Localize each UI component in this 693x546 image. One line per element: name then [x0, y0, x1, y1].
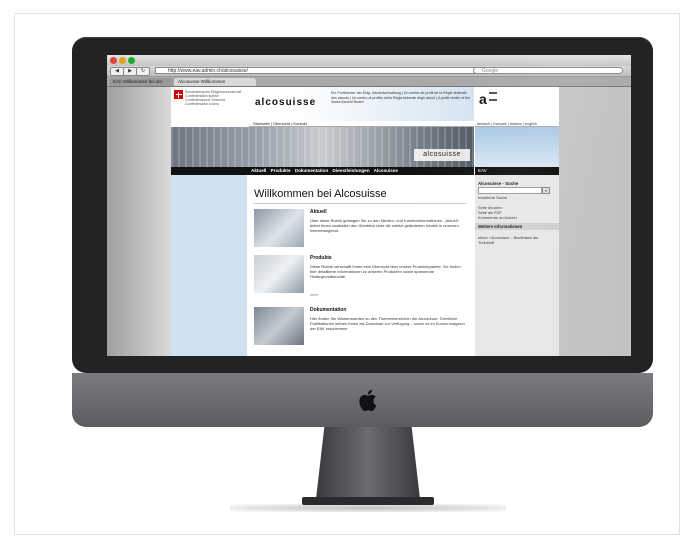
item-title[interactable]: Aktuell	[310, 209, 327, 215]
thumbnail-image[interactable]	[254, 255, 304, 293]
close-window-icon[interactable]	[110, 57, 117, 64]
sidebar-search-button[interactable]: »	[542, 187, 550, 194]
content-item-produkte: Produkte Diese Rubrik verschafft Ihnen e…	[254, 255, 466, 301]
nav-dokumentation[interactable]: Dokumentation	[295, 168, 328, 173]
browser-titlebar	[107, 55, 631, 66]
eav-logo-area: a	[475, 87, 559, 121]
back-button[interactable]: ◀	[110, 67, 124, 76]
forward-button[interactable]: ▶	[123, 67, 137, 76]
sidebar-search-input[interactable]	[478, 187, 542, 194]
monitor-stand	[316, 427, 420, 499]
content-item-aktuell: Aktuell Über diese Rubrik gelangen Sie z…	[254, 209, 466, 249]
title-divider	[254, 203, 466, 204]
brand-logo[interactable]: alcosuisse	[255, 97, 316, 108]
swiss-cross-icon	[174, 90, 183, 99]
item-title[interactable]: Produkte	[310, 255, 332, 261]
more-info-heading: Weitere Informationen	[475, 223, 559, 230]
stand-shadow	[230, 504, 506, 512]
browser-toolbar: ◀ ▶ ↻ http://www.eav.admin.ch/alcosuisse…	[107, 66, 631, 77]
header-photo: alcosuisse	[171, 127, 474, 167]
nav-alcosuisse[interactable]: Alcosuisse	[374, 168, 398, 173]
browser-tab-eav[interactable]: EAV Willkommen bei der	[109, 78, 173, 86]
eav-logo-lines-icon	[489, 92, 497, 101]
thumbnail-image[interactable]	[254, 209, 304, 247]
nav-aktuell[interactable]: Aktuell	[251, 168, 266, 173]
eav-logo[interactable]: a	[479, 91, 487, 107]
confederation-logo-area: Schweizerische Eidgenossenschaft Confédé…	[171, 87, 247, 121]
item-text: Hier finden Sie Wissenswertes zu den The…	[310, 316, 465, 331]
item-text: Über diese Rubrik gelangen Sie zu den Me…	[310, 218, 459, 233]
nav-dienstleistungen[interactable]: Dienstleistungen	[333, 168, 370, 173]
brand-description: Ein Profitcenter der Eidg. Alkoholverwal…	[331, 91, 471, 104]
main-navigation: Aktuell Produkte Dokumentation Dienstlei…	[171, 167, 474, 175]
more-info-link[interactable]: ethan / Alcosuisse – Bioethanol als Trei…	[478, 235, 554, 245]
left-column	[171, 175, 247, 356]
zoom-window-icon[interactable]	[128, 57, 135, 64]
sidebar-search-title: Alcosuisse - Suche	[478, 181, 519, 186]
browser-tabbar: EAV Willkommen bei der Alcosuisse Willko…	[107, 77, 631, 87]
website: Schweizerische Eidgenossenschaft Confédé…	[171, 87, 559, 356]
apple-logo-icon	[359, 389, 377, 412]
browser-tab-alcosuisse[interactable]: Alcosuisse Willkommen	[174, 78, 256, 86]
comment-author-link[interactable]: Kommentar an Autorin	[478, 215, 517, 220]
item-title[interactable]: Dokumentation	[310, 307, 346, 313]
nav-produkte[interactable]: Produkte	[271, 168, 291, 173]
right-sidebar: Alcosuisse - Suche » erweiterte Suche Se…	[475, 175, 559, 356]
confederation-text: Schweizerische Eidgenossenschaft Confédé…	[185, 90, 242, 106]
more-link[interactable]: mehr	[310, 293, 319, 297]
address-bar[interactable]: http://www.eav.admin.ch/alcosuisse/	[155, 67, 480, 74]
page-title: Willkommen bei Alcosuisse	[254, 188, 387, 200]
building-sign: alcosuisse	[414, 149, 470, 161]
content-item-dokumentation: Dokumentation Hier finden Sie Wissenswer…	[254, 307, 466, 347]
minimize-window-icon[interactable]	[119, 57, 126, 64]
browser-search-field[interactable]: Google	[473, 67, 623, 74]
thumbnail-image[interactable]	[254, 307, 304, 345]
monitor-screen: ◀ ▶ ↻ http://www.eav.admin.ch/alcosuisse…	[107, 55, 631, 356]
header-sky-panel	[475, 127, 559, 167]
extended-search-link[interactable]: erweiterte Suche	[478, 195, 507, 200]
eav-bar[interactable]: EAV	[475, 167, 559, 175]
reload-button[interactable]: ↻	[136, 67, 150, 76]
main-content: Willkommen bei Alcosuisse Aktuell Über d…	[248, 175, 474, 356]
item-text: Diese Rubrik verschafft Ihnen eine Übers…	[310, 264, 461, 279]
site-header: alcosuisse Ein Profitcenter der Eidg. Al…	[249, 87, 474, 121]
